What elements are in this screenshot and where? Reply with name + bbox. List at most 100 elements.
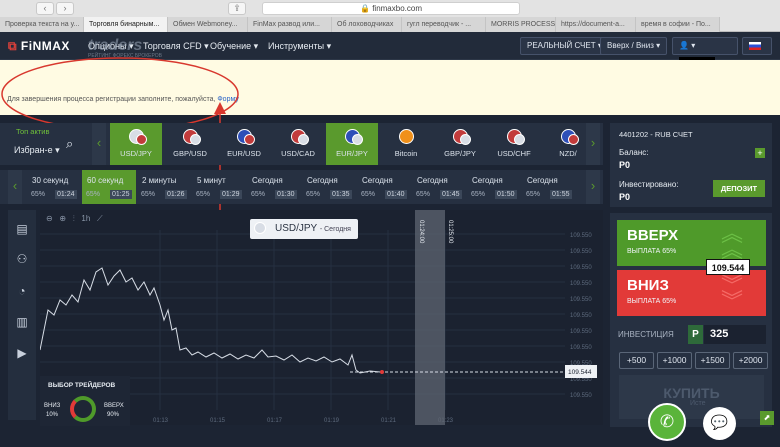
traders-down-pct: 10% [46,412,59,418]
expiry-label: 2 минуты [142,176,177,185]
add-funds-icon[interactable]: + [755,148,765,158]
investment-amount-input[interactable]: 325 [704,325,766,344]
expiry-time: 01:26 [165,190,187,199]
expiry-prev-arrow[interactable]: ‹ [8,170,22,204]
social-icon[interactable]: ⚇ [15,252,29,266]
buy-button[interactable]: КУПИТЬ [619,375,764,419]
browser-tab[interactable]: MORRIS PROCESSI... [486,17,556,32]
browser-tab[interactable]: гугл переводчик - ... [402,17,486,32]
expiry-marker-label: 01:24:00 [418,220,424,244]
deposit-button[interactable]: ДЕПОЗИТ [713,180,765,197]
expiry-option[interactable]: 30 секунд 65% 01:24 [27,170,81,204]
assets-icon[interactable]: ▤ [15,222,29,236]
asset-usdchf[interactable]: USD/CHF [488,123,540,165]
x-tick-label: 01:17 [267,418,283,424]
expiry-next-arrow[interactable]: › [586,170,600,204]
expiry-payout: 65% [31,191,46,198]
traders-down-label: ВНИЗ [44,403,61,409]
asset-gbpusd[interactable]: GBP/USD [164,123,216,165]
user-menu[interactable]: 👤 ▾ [672,37,738,67]
browser-tab[interactable]: Обмен Webmoney... [168,17,248,32]
assets-prev-arrow[interactable]: ‹ [92,123,106,165]
expiry-payout: 65% [86,191,101,198]
asset-eurjpy[interactable]: EUR/JPY [326,123,378,165]
expiry-option[interactable]: 2 минуты 65% 01:26 [137,170,191,204]
expiry-option[interactable]: 60 секунд 65% 01:25 [82,170,136,204]
x-tick-label: 01:13 [153,418,169,424]
asset-bitcoin[interactable]: Bitcoin [380,123,432,165]
invested-value: Р0 [619,192,631,202]
expiry-time: 01:55 [550,190,572,199]
quick-amount-button[interactable]: +500 [619,352,654,369]
trade-mode-button[interactable]: Вверх / Вниз ▾ [600,37,668,55]
back-icon[interactable]: ‹ [36,2,54,15]
expiry-option[interactable]: Сегодня 65% 01:30 [247,170,301,204]
history-icon[interactable]: ◔ [15,284,29,298]
annotation-ellipse [1,57,239,131]
asset-label: USD/CAD [281,149,315,158]
expiry-option[interactable]: Сегодня 65% 01:40 [357,170,411,204]
down-button[interactable]: ВНИЗ ВЫПЛАТА 65% ︾ ︾ [617,270,766,316]
menu-tools[interactable]: Инструменты ▾ [268,41,331,52]
browser-tab[interactable]: Об лоховодчиках [332,17,402,32]
up-chevrons-icon: ︽ ︽ [721,221,744,262]
phone-call-icon[interactable]: ✆ [648,403,686,441]
browser-tab[interactable]: FinMax развод или... [248,17,332,32]
forward-icon[interactable]: › [56,2,74,15]
quick-amount-button[interactable]: +1500 [695,352,730,369]
expiry-time: 01:24 [55,190,77,199]
browser-tab[interactable]: Проверка текста на у... [0,17,84,32]
browser-chrome: ‹ › ⇪ 🔒 finmaxbo.com Проверка текста на … [0,0,780,32]
expiry-label: Сегодня [527,176,558,185]
share-icon[interactable]: ⇪ [228,2,246,15]
language-flag-icon[interactable] [742,37,772,55]
expiry-payout: 65% [251,191,266,198]
currency-flag-icon [136,134,147,145]
asset-selector: Топ актив Избран-е ▾ ⌕ ‹ USD/JPY GBP/USD E… [0,123,603,165]
expiry-option[interactable]: Сегодня 65% 01:45 [412,170,466,204]
quick-amount-button[interactable]: +1000 [657,352,692,369]
url-text: finmaxbo.com [372,4,422,13]
favorites-filter[interactable]: Избран-е ▾ [14,145,60,156]
expiry-payout: 65% [141,191,156,198]
chat-icon[interactable]: 💬 [703,407,736,440]
browser-tab[interactable]: https://document-a... [556,17,636,32]
asset-label: GBP/JPY [444,149,476,158]
quick-amount-button[interactable]: +2000 [733,352,768,369]
asset-usdjpy[interactable]: USD/JPY [110,123,162,165]
expiry-payout: 65% [526,191,541,198]
video-icon[interactable]: ▶ [15,346,29,360]
y-tick-label: 109.550 [570,233,592,239]
y-tick-label: 109.550 [570,345,592,351]
finmax-logo[interactable]: ⧉ FiNMAX [8,39,70,54]
expiry-time: 01:50 [495,190,517,199]
expiry-payout: 65% [306,191,321,198]
real-account-button[interactable]: РЕАЛЬНЫЙ СЧЕТ ▾ [520,37,609,55]
asset-gbpjpy[interactable]: GBP/JPY [434,123,486,165]
browser-tab[interactable]: время в софии - По... [636,17,720,32]
asset-eurusd[interactable]: EUR/USD [218,123,270,165]
analytics-icon[interactable]: ▥ [15,315,29,329]
price-tag-label: 109.544 [568,369,592,376]
browser-tab[interactable]: Торговля бинарным... [84,17,168,32]
expiry-option[interactable]: Сегодня 65% 01:50 [467,170,521,204]
menu-cfd[interactable]: Торговля CFD ▾ [143,41,209,52]
expiry-time: 01:25 [110,190,132,199]
top-asset-label: Топ актив [16,127,50,136]
menu-education[interactable]: Обучение ▾ [210,41,258,52]
address-bar[interactable]: 🔒 finmaxbo.com [262,2,520,15]
expiry-option[interactable]: 5 минут 65% 01:29 [192,170,246,204]
account-id: 4401202 - RUB СЧЕТ [619,130,693,139]
expiry-option[interactable]: Сегодня 65% 01:55 [522,170,576,204]
search-icon[interactable]: ⌕ [66,136,73,152]
expiry-selector: ‹ 30 секунд 65% 01:24 60 секунд 65% 01:25 2 ми… [0,170,603,204]
assets-next-arrow[interactable]: › [586,123,600,165]
asset-label: EUR/JPY [336,149,368,158]
x-tick-label: 01:15 [210,418,226,424]
y-tick-label: 109.550 [570,297,592,303]
asset-label: Bitcoin [394,149,418,158]
scroll-top-icon[interactable]: ⬈ [760,411,774,425]
asset-usdcad[interactable]: USD/CAD [272,123,324,165]
investment-label: ИНВЕСТИЦИЯ [618,330,674,339]
expiry-option[interactable]: Сегодня 65% 01:35 [302,170,356,204]
